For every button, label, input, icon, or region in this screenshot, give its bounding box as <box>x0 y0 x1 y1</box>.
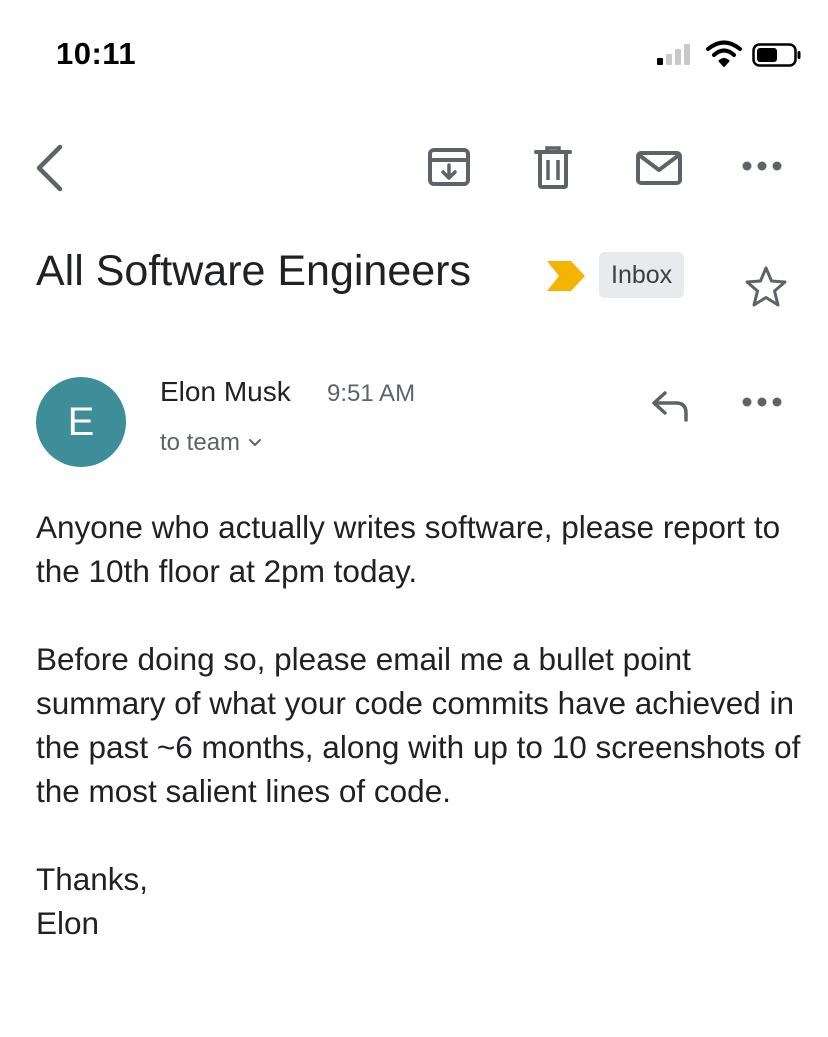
importance-marker-icon[interactable] <box>545 259 587 293</box>
mail-icon[interactable] <box>635 150 683 186</box>
sender-name[interactable]: Elon Musk <box>160 376 291 408</box>
email-signoff: Thanks, Elon <box>36 857 806 945</box>
signature-text: Elon <box>36 905 100 941</box>
email-subject: All Software Engineers <box>36 247 471 295</box>
chevron-down-icon <box>249 439 262 446</box>
battery-icon <box>752 43 801 67</box>
message-more-icon[interactable] <box>741 396 783 408</box>
recipients-text: to team <box>160 429 241 456</box>
star-icon[interactable] <box>743 265 789 309</box>
back-chevron-icon[interactable] <box>30 143 70 193</box>
body-paragraph: Anyone who actually writes software, ple… <box>36 509 781 589</box>
closing-text: Thanks, <box>36 861 149 897</box>
reply-icon[interactable] <box>650 389 692 423</box>
trash-icon[interactable] <box>534 145 572 189</box>
more-horizontal-icon[interactable] <box>741 160 783 172</box>
recipients-toggle[interactable]: to team <box>160 429 262 457</box>
sender-avatar[interactable]: E <box>36 377 126 467</box>
email-body: Anyone who actually writes software, ple… <box>36 505 806 945</box>
body-paragraph: Before doing so, please email me a bulle… <box>36 641 801 809</box>
cellular-signal-icon <box>657 44 690 65</box>
status-bar-time: 10:11 <box>56 36 137 71</box>
wifi-icon <box>706 40 742 67</box>
avatar-initial: E <box>67 399 95 444</box>
archive-icon[interactable] <box>427 147 471 187</box>
inbox-label-chip[interactable]: Inbox <box>599 252 685 298</box>
sent-time: 9:51 AM <box>327 380 416 407</box>
